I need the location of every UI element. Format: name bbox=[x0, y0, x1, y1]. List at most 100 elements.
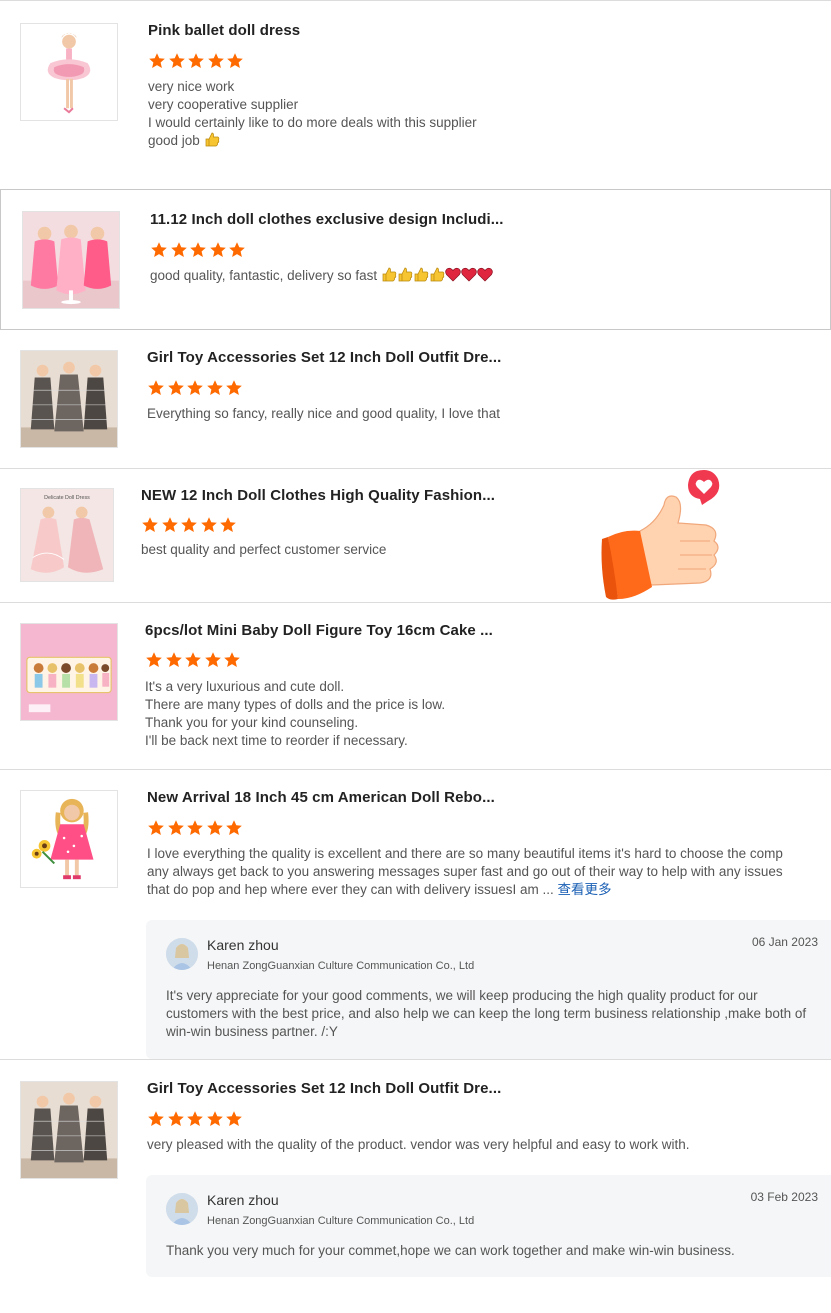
star-icon bbox=[190, 242, 206, 257]
review-text-line-text: that do pop and hep where ever they can … bbox=[147, 882, 554, 897]
product-title[interactable]: Girl Toy Accessories Set 12 Inch Doll Ou… bbox=[147, 1080, 501, 1097]
star-icon bbox=[206, 380, 223, 395]
star-icon bbox=[161, 517, 178, 532]
seller-avatar bbox=[166, 1193, 198, 1225]
review-text-line: I'll be back next time to reorder if nec… bbox=[145, 733, 408, 748]
seller-reply: Karen zhou Henan ZongGuanxian Culture Co… bbox=[146, 1175, 831, 1277]
star-icon bbox=[207, 53, 224, 68]
star-icon bbox=[148, 1111, 164, 1126]
review-text-line: very cooperative supplier bbox=[148, 97, 299, 112]
review-text: very nice work very cooperative supplier… bbox=[148, 78, 477, 150]
star-icon bbox=[167, 1111, 184, 1126]
thumbs-up-emoji-icon bbox=[397, 267, 413, 282]
review-text-line: It's a very luxurious and cute doll. bbox=[145, 679, 345, 694]
product-thumbnail[interactable] bbox=[20, 23, 118, 121]
star-icon bbox=[146, 652, 162, 667]
star-icon bbox=[226, 820, 242, 835]
star-icon bbox=[206, 820, 223, 835]
product-thumbnail[interactable]: Delicate Doll Dress bbox=[20, 488, 114, 582]
review-card: Pink ballet doll dress very nice work ve… bbox=[0, 0, 831, 189]
heart-emoji-icon bbox=[461, 267, 477, 282]
thumbs-up-emoji-icon bbox=[204, 132, 220, 147]
review-text-line: best quality and perfect customer servic… bbox=[141, 542, 387, 557]
star-icon bbox=[165, 652, 182, 667]
star-icon bbox=[148, 380, 164, 395]
star-icon bbox=[226, 380, 242, 395]
heart-emoji-icon bbox=[445, 267, 461, 282]
star-icon bbox=[227, 53, 243, 68]
star-icon bbox=[167, 820, 184, 835]
star-rating bbox=[147, 379, 245, 397]
star-rating bbox=[141, 516, 239, 534]
reply-date: 06 Jan 2023 bbox=[751, 935, 818, 949]
review-card: 11.12 Inch doll clothes exclusive design… bbox=[0, 189, 831, 330]
star-icon bbox=[209, 242, 226, 257]
heart-emoji-icon bbox=[477, 267, 493, 282]
star-icon bbox=[188, 53, 204, 68]
thumbnail-caption: Delicate Doll Dress bbox=[44, 495, 90, 501]
product-title[interactable]: New Arrival 18 Inch 45 cm American Doll … bbox=[147, 789, 495, 806]
star-icon bbox=[200, 517, 217, 532]
review-text-line: I love everything the quality is excelle… bbox=[147, 846, 783, 861]
star-rating bbox=[147, 1110, 245, 1128]
thumbs-up-emoji-icon bbox=[413, 267, 429, 282]
star-icon bbox=[181, 517, 197, 532]
product-thumbnail[interactable] bbox=[20, 623, 118, 721]
thumbs-up-heart-icon bbox=[596, 465, 726, 605]
star-rating bbox=[150, 241, 248, 259]
star-rating bbox=[147, 819, 245, 837]
star-icon bbox=[226, 1111, 242, 1126]
review-text-line-text: good job bbox=[148, 133, 200, 148]
review-text-line: good job bbox=[148, 132, 477, 150]
product-title[interactable]: NEW 12 Inch Doll Clothes High Quality Fa… bbox=[141, 487, 495, 504]
seller-reply: Karen zhou Henan ZongGuanxian Culture Co… bbox=[146, 920, 831, 1059]
review-card: Girl Toy Accessories Set 12 Inch Doll Ou… bbox=[0, 330, 831, 468]
review-text-line-text: good quality, fantastic, delivery so fas… bbox=[150, 268, 378, 283]
product-title[interactable]: 6pcs/lot Mini Baby Doll Figure Toy 16cm … bbox=[145, 622, 493, 639]
review-text: best quality and perfect customer servic… bbox=[141, 541, 386, 559]
product-title[interactable]: 11.12 Inch doll clothes exclusive design… bbox=[150, 211, 504, 228]
product-thumbnail[interactable] bbox=[20, 790, 118, 888]
star-icon bbox=[204, 652, 221, 667]
review-text: good quality, fantastic, delivery so fas… bbox=[150, 267, 493, 285]
review-text-line: very pleased with the quality of the pro… bbox=[147, 1137, 690, 1152]
review-text-line: that do pop and hep where ever they can … bbox=[147, 881, 783, 899]
review-text: very pleased with the quality of the pro… bbox=[147, 1136, 690, 1154]
product-thumbnail[interactable] bbox=[20, 1081, 118, 1179]
star-rating bbox=[148, 52, 246, 70]
star-icon bbox=[187, 380, 203, 395]
thumbs-up-emoji-icon bbox=[381, 267, 397, 282]
review-card: Girl Toy Accessories Set 12 Inch Doll Ou… bbox=[0, 1059, 831, 1313]
product-title[interactable]: Pink ballet doll dress bbox=[148, 22, 300, 39]
review-text-line: Everything so fancy, really nice and goo… bbox=[147, 406, 500, 421]
product-thumbnail[interactable] bbox=[20, 350, 118, 448]
review-text-line: very nice work bbox=[148, 79, 235, 94]
seller-company[interactable]: Henan ZongGuanxian Culture Communication… bbox=[207, 960, 474, 972]
product-thumbnail[interactable] bbox=[22, 211, 120, 309]
star-icon bbox=[187, 820, 203, 835]
review-card: New Arrival 18 Inch 45 cm American Doll … bbox=[0, 769, 831, 1059]
star-icon bbox=[229, 242, 245, 257]
review-text: I love everything the quality is excelle… bbox=[147, 845, 783, 899]
review-card: 6pcs/lot Mini Baby Doll Figure Toy 16cm … bbox=[0, 602, 831, 769]
reply-text-line: customers with the best price, and also … bbox=[166, 1006, 807, 1021]
thumbs-up-emoji-icon bbox=[429, 267, 445, 282]
review-text-line: Thank you for your kind counseling. bbox=[145, 715, 359, 730]
seller-company[interactable]: Henan ZongGuanxian Culture Communication… bbox=[207, 1215, 474, 1227]
star-icon bbox=[167, 380, 184, 395]
reply-text: It's very appreciate for your good comme… bbox=[166, 987, 826, 1041]
star-icon bbox=[185, 652, 201, 667]
reply-text-line: Thank you very much for your commet,hope… bbox=[166, 1243, 735, 1258]
star-icon bbox=[206, 1111, 223, 1126]
star-icon bbox=[149, 53, 165, 68]
product-title[interactable]: Girl Toy Accessories Set 12 Inch Doll Ou… bbox=[147, 349, 501, 366]
star-icon bbox=[148, 820, 164, 835]
see-more-link[interactable]: 查看更多 bbox=[558, 882, 612, 897]
seller-name: Karen zhou bbox=[207, 937, 279, 953]
star-icon bbox=[168, 53, 185, 68]
review-text-line: There are many types of dolls and the pr… bbox=[145, 697, 446, 712]
star-icon bbox=[224, 652, 240, 667]
star-icon bbox=[220, 517, 236, 532]
review-text-line: I would certainly like to do more deals … bbox=[148, 115, 477, 130]
reply-text: Thank you very much for your commet,hope… bbox=[166, 1242, 826, 1260]
